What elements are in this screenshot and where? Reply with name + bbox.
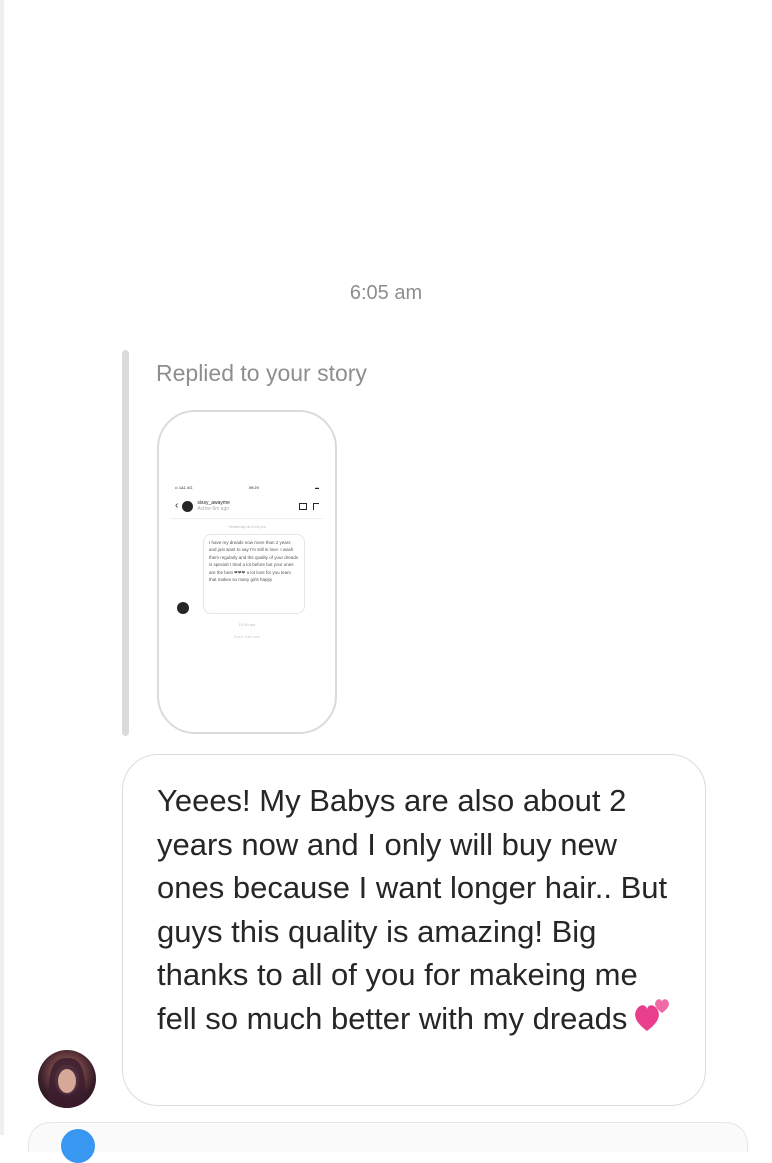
mini-status-carrier: •• 1&1 4G xyxy=(175,484,193,490)
message-composer[interactable] xyxy=(28,1122,748,1163)
message-timestamp: 6:05 am xyxy=(349,282,423,304)
mini-username: sissy_awayme Active 6m ago xyxy=(197,500,295,512)
two-hearts-icon xyxy=(633,997,673,1045)
mini-divider xyxy=(171,518,323,519)
message-bubble[interactable]: Yeees! My Babys are also about 2 years n… xyxy=(122,754,706,1106)
story-screenshot: •• 1&1 4G 09:29 ▬ ‹ sissy_awayme Active … xyxy=(171,472,323,652)
reply-quote-bar xyxy=(122,350,129,736)
mini-chat-header: ‹ sissy_awayme Active 6m ago xyxy=(175,498,319,514)
sender-avatar[interactable] xyxy=(38,1050,96,1108)
story-preview-thumbnail[interactable]: •• 1&1 4G 09:29 ▬ ‹ sissy_awayme Active … xyxy=(157,410,337,734)
mini-date-line: Yesterday at 8:16 pm xyxy=(228,524,266,529)
left-frame-border xyxy=(0,0,4,1135)
flag-icon xyxy=(313,502,319,510)
mini-status-bar: •• 1&1 4G 09:29 ▬ xyxy=(175,484,319,490)
story-reply-block: Replied to your story •• 1&1 4G 09:29 ▬ … xyxy=(122,350,722,736)
video-camera-icon xyxy=(299,502,307,510)
mini-status-time: 09:29 xyxy=(248,484,259,490)
message-text: Yeees! My Babys are also about 2 years n… xyxy=(157,779,675,1044)
mini-message-bubble: I have my dreads now more than 2 years a… xyxy=(203,534,305,614)
mini-seen-line: Seen Just now xyxy=(233,634,261,639)
mini-subline: Active 6m ago xyxy=(197,506,230,512)
camera-button[interactable] xyxy=(61,1129,95,1163)
mini-sender-avatar xyxy=(177,602,189,614)
chevron-left-icon: ‹ xyxy=(175,500,179,511)
reply-label: Replied to your story xyxy=(156,360,367,386)
message-body: Yeees! My Babys are also about 2 years n… xyxy=(157,783,676,1036)
mini-header-icons xyxy=(299,502,319,510)
mini-avatar xyxy=(182,500,194,512)
mini-status-battery: ▬ xyxy=(315,484,319,490)
mini-time-line: 10:49 am xyxy=(238,622,256,627)
